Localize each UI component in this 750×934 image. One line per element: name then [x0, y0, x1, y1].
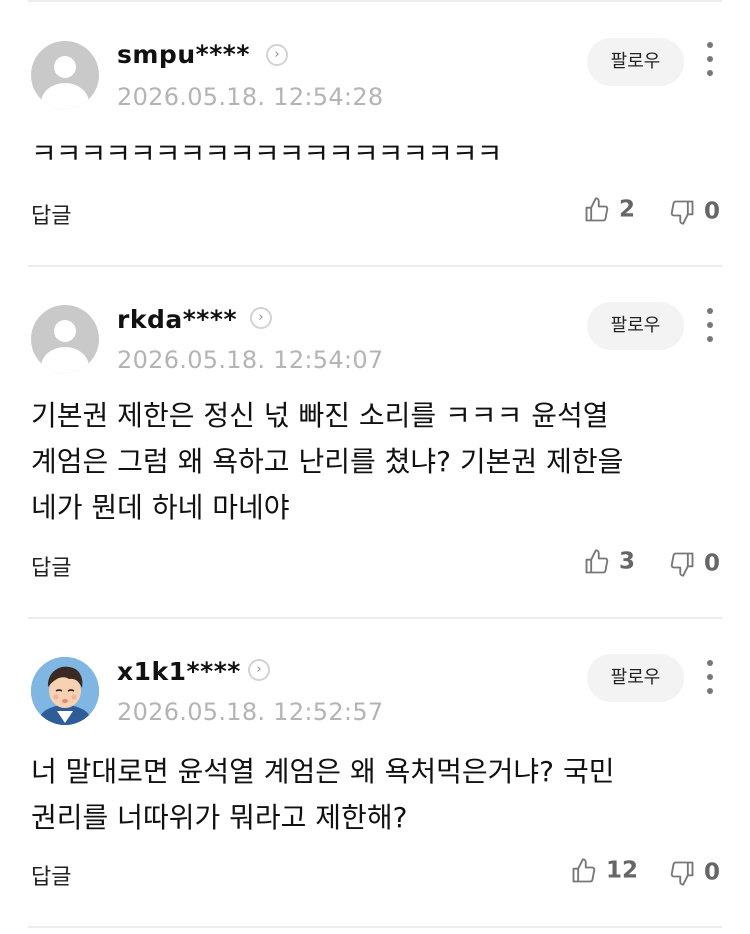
chevron-right-icon[interactable]: ›	[250, 307, 272, 329]
like-button[interactable]: 3	[583, 548, 635, 576]
comment-text-line: 계엄은 그럼 왜 욕하고 난리를 쳤냐? 기본권 제한을	[31, 445, 624, 478]
cartoon-avatar-image	[31, 657, 99, 725]
more-options-icon[interactable]	[700, 660, 720, 696]
reply-button[interactable]: 답글	[31, 198, 71, 230]
like-count: 12	[606, 857, 639, 884]
avatar-photo[interactable]	[31, 657, 99, 725]
comment-text: 너 말대로면 윤석열 계엄은 왜 욕처먹은거냐? 국민 권리를 너따위가 뭐라고…	[31, 749, 614, 841]
thumbs-down-icon	[670, 552, 694, 577]
more-options-icon[interactable]	[700, 308, 720, 344]
dislike-button[interactable]: 0	[668, 198, 720, 226]
comment-text: ㅋㅋㅋㅋㅋㅋㅋㅋㅋㅋㅋㅋㅋㅋㅋㅋㅋㅋㅋ	[31, 137, 502, 170]
dislike-count: 0	[704, 550, 721, 577]
avatar-default[interactable]	[31, 305, 99, 373]
top-divider	[28, 0, 722, 2]
like-button[interactable]: 2	[583, 196, 635, 224]
thumbs-up-icon	[585, 549, 609, 574]
like-count: 2	[619, 196, 636, 223]
like-button[interactable]: 12	[570, 857, 638, 885]
chevron-right-icon[interactable]: ›	[266, 44, 288, 66]
comment-divider	[28, 617, 722, 619]
more-options-icon[interactable]	[700, 42, 720, 78]
like-count: 3	[619, 548, 636, 575]
dislike-button[interactable]: 0	[668, 550, 720, 578]
thumbs-up-icon	[572, 858, 596, 883]
comment-username[interactable]: smpu****	[117, 40, 250, 69]
follow-button[interactable]: 팔로우	[587, 654, 684, 702]
comment-divider	[28, 265, 722, 267]
dislike-count: 0	[704, 198, 721, 225]
reply-button[interactable]: 답글	[31, 550, 71, 582]
comment-divider	[28, 926, 722, 928]
follow-button[interactable]: 팔로우	[587, 38, 684, 86]
comment-text-line: 권리를 너따위가 뭐라고 제한해?	[31, 801, 408, 834]
chevron-right-icon[interactable]: ›	[248, 659, 270, 681]
dislike-count: 0	[704, 859, 721, 886]
comment-timestamp: 2026.05.18. 12:52:57	[117, 698, 384, 726]
comment-text-line: 너 말대로면 윤석열 계엄은 왜 욕처먹은거냐? 국민	[31, 755, 615, 788]
comment-text-line: 기본권 제한은 정신 넋 빠진 소리를 ㅋㅋㅋ 윤석열	[31, 399, 609, 432]
comment-text-line: 네가 뭔데 하네 마네야	[31, 491, 290, 524]
comment-text: 기본권 제한은 정신 넋 빠진 소리를 ㅋㅋㅋ 윤석열 계엄은 그럼 왜 욕하고…	[31, 393, 623, 531]
comment-username[interactable]: rkda****	[117, 305, 237, 334]
reply-button[interactable]: 답글	[31, 859, 71, 891]
comment-username[interactable]: x1k1****	[117, 657, 241, 686]
follow-button[interactable]: 팔로우	[587, 302, 684, 350]
avatar-default[interactable]	[31, 41, 99, 109]
thumbs-up-icon	[585, 197, 609, 222]
dislike-button[interactable]: 0	[668, 859, 720, 887]
comment-timestamp: 2026.05.18. 12:54:28	[117, 83, 384, 111]
comment-timestamp: 2026.05.18. 12:54:07	[117, 346, 384, 374]
thumbs-down-icon	[670, 200, 694, 225]
thumbs-down-icon	[670, 861, 694, 886]
